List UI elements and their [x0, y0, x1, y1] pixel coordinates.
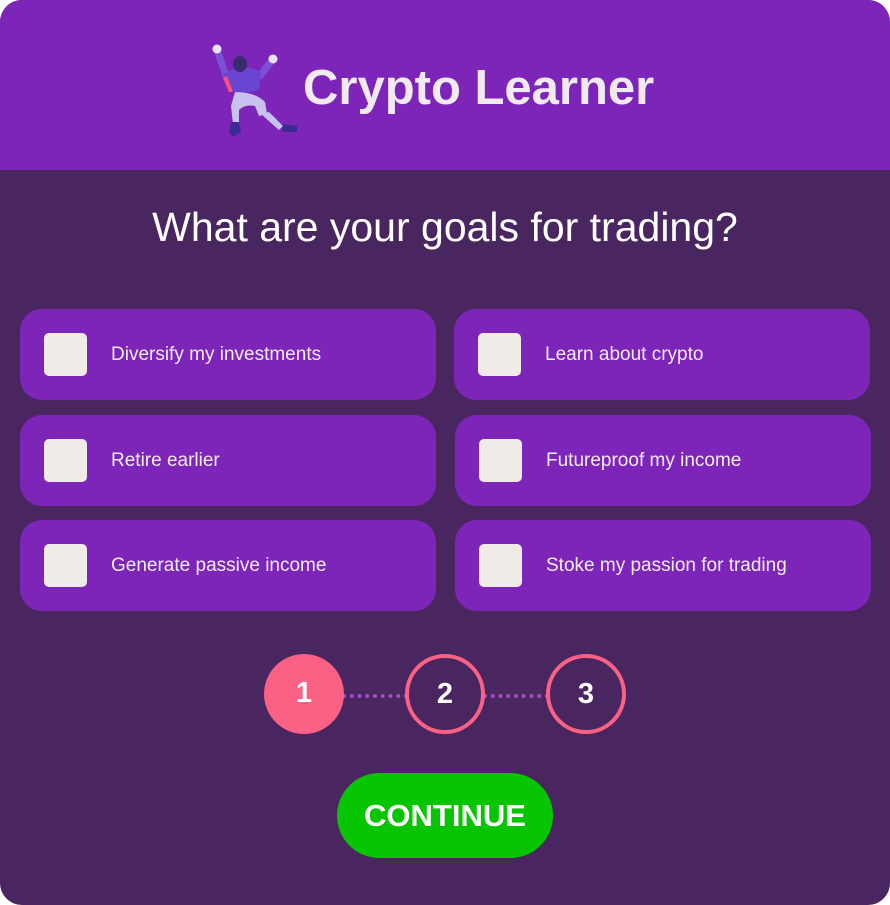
step-1: 1 — [264, 654, 344, 734]
goal-checkbox[interactable] — [44, 544, 87, 587]
goal-option-label: Learn about crypto — [545, 344, 704, 365]
step-connector — [342, 694, 408, 698]
step-3: 3 — [546, 654, 626, 734]
goal-option-passive-income[interactable]: Generate passive income — [20, 520, 436, 611]
goal-option-label: Stoke my passion for trading — [546, 555, 787, 576]
goal-option-retire-earlier[interactable]: Retire earlier — [20, 415, 436, 506]
goal-option-diversify[interactable]: Diversify my investments — [20, 309, 436, 400]
continue-button[interactable]: CONTINUE — [337, 773, 553, 858]
progress-stepper: 1 2 3 — [0, 650, 890, 740]
goal-option-label: Diversify my investments — [111, 344, 322, 365]
goal-option-passion[interactable]: Stoke my passion for trading — [455, 520, 871, 611]
step-connector — [483, 694, 549, 698]
step-2: 2 — [405, 654, 485, 734]
goal-option-label: Retire earlier — [111, 450, 220, 471]
onboarding-card: Crypto Learner What are your goals for t… — [0, 0, 890, 905]
goal-checkbox[interactable] — [44, 439, 87, 482]
app-title: Crypto Learner — [303, 61, 655, 115]
jumping-person-icon — [212, 44, 297, 137]
goal-checkbox[interactable] — [479, 439, 522, 482]
goal-option-label: Futureproof my income — [546, 450, 742, 471]
goal-option-learn-crypto[interactable]: Learn about crypto — [454, 309, 870, 400]
goal-checkbox[interactable] — [479, 544, 522, 587]
goal-checkbox[interactable] — [478, 333, 521, 376]
goal-option-label: Generate passive income — [111, 555, 327, 576]
goal-checkbox[interactable] — [44, 333, 87, 376]
goal-option-futureproof[interactable]: Futureproof my income — [455, 415, 871, 506]
question-title: What are your goals for trading? — [152, 204, 738, 250]
app-header: Crypto Learner — [0, 0, 890, 170]
